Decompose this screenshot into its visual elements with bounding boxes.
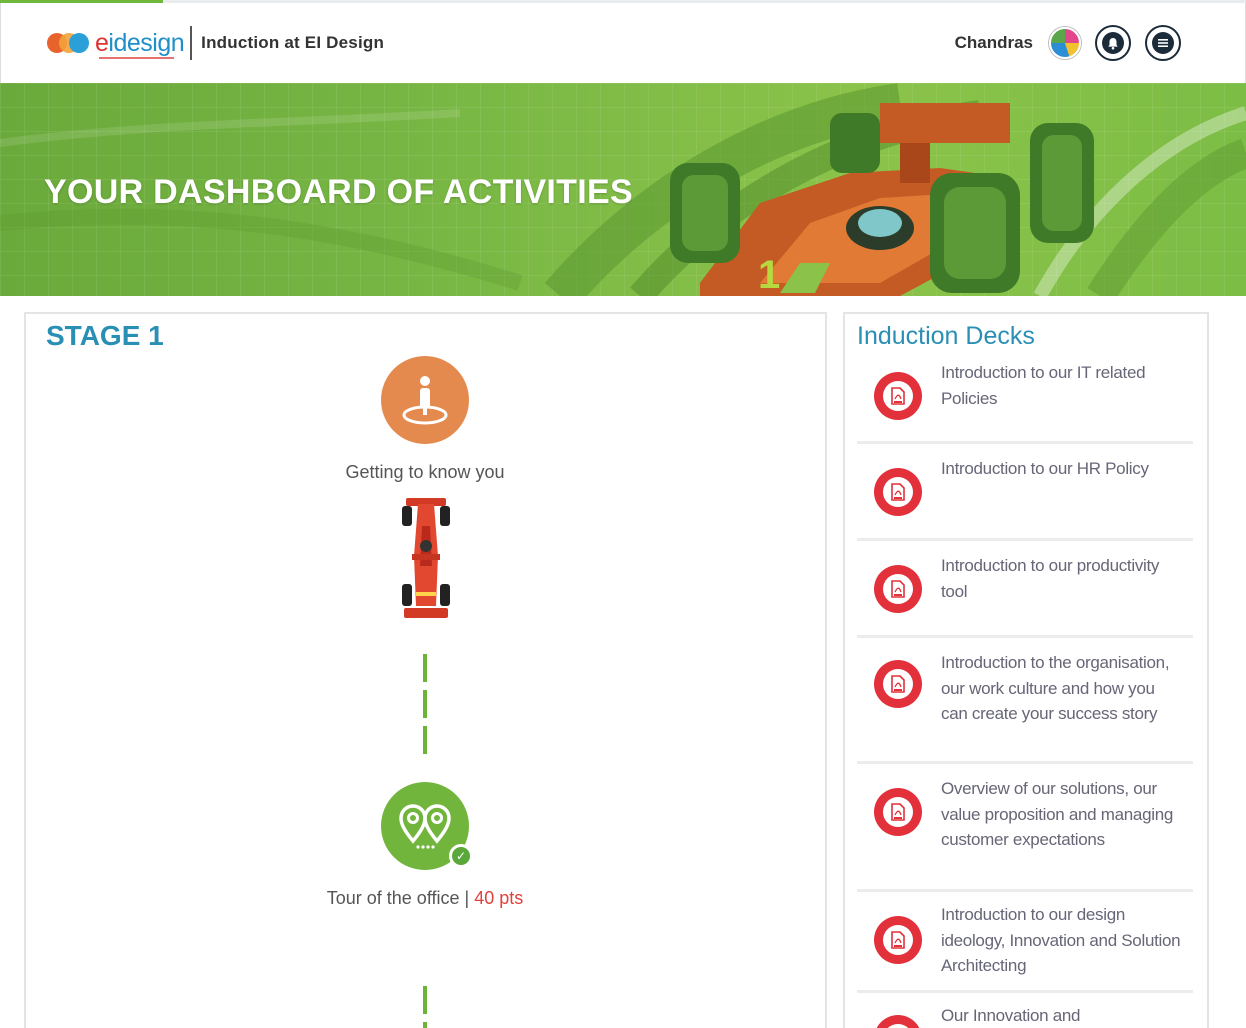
- map-pins-icon: [399, 804, 451, 849]
- dashboard-banner: 1 YOUR DASHBOARD OF ACTIVITIES: [0, 83, 1246, 296]
- stage-panel: STAGE 1 Getting to know you ✓ Tour of th…: [24, 312, 827, 1028]
- bell-icon: [1102, 32, 1124, 54]
- notifications-button[interactable]: [1095, 25, 1131, 61]
- menu-button[interactable]: [1145, 25, 1181, 61]
- logo-text: eidesign: [95, 29, 185, 59]
- deck-title: Overview of our solutions, our value pro…: [941, 779, 1174, 849]
- race-car-icon: [402, 498, 450, 618]
- pdf-icon: [874, 788, 922, 836]
- svg-text:1: 1: [758, 253, 780, 296]
- deck-title: Introduction to our HR Policy: [941, 459, 1149, 478]
- person-location-icon: [402, 376, 448, 425]
- deck-item[interactable]: Introduction to our productivity tool: [857, 541, 1193, 638]
- deck-title: Introduction to our productivity tool: [941, 556, 1160, 601]
- deck-title: Introduction to the organisation, our wo…: [941, 653, 1170, 723]
- activity-label: Getting to know you: [345, 462, 505, 482]
- logo-divider: [190, 26, 193, 60]
- menu-icon: [1152, 32, 1174, 54]
- banner-title: YOUR DASHBOARD OF ACTIVITIES: [44, 173, 633, 211]
- stage-title: STAGE 1: [46, 320, 164, 351]
- pdf-icon: [874, 372, 922, 420]
- deck-item[interactable]: Overview of our solutions, our value pro…: [857, 764, 1193, 892]
- header: eidesign Induction at EI Design Chandras: [0, 3, 1246, 83]
- logo[interactable]: eidesign Induction at EI Design: [47, 25, 384, 61]
- track-connector: [423, 986, 427, 1028]
- pdf-icon: [874, 1015, 922, 1028]
- deck-item[interactable]: Introduction to the organisation, our wo…: [857, 638, 1193, 764]
- pdf-icon: [874, 468, 922, 516]
- pdf-icon: [874, 916, 922, 964]
- pdf-icon: [874, 660, 922, 708]
- activity-getting-to-know-you[interactable]: [381, 356, 469, 444]
- user-area: Chandras: [955, 25, 1181, 61]
- avatar[interactable]: [1049, 27, 1081, 59]
- app-title: Induction at EI Design: [201, 33, 385, 52]
- pdf-icon: [874, 565, 922, 613]
- deck-item[interactable]: Our Innovation and: [857, 993, 1193, 1028]
- induction-decks-panel: Induction Decks Introduction to our IT r…: [843, 312, 1209, 1028]
- deck-title: Introduction to our IT related Policies: [941, 363, 1146, 408]
- activity-label: Tour of the office | 40 pts: [326, 888, 524, 908]
- deck-title: Our Innovation and: [941, 1006, 1081, 1025]
- track-connector: [423, 654, 427, 754]
- deck-title: Introduction to our design ideology, Inn…: [941, 905, 1181, 975]
- activity-tour-of-the-office[interactable]: ✓: [381, 782, 473, 870]
- deck-list: Introduction to our IT related Policies …: [857, 358, 1193, 1028]
- deck-item[interactable]: Introduction to our IT related Policies: [857, 358, 1193, 444]
- deck-item[interactable]: Introduction to our HR Policy: [857, 444, 1193, 541]
- decks-title: Induction Decks: [857, 322, 1035, 350]
- deck-item[interactable]: Introduction to our design ideology, Inn…: [857, 892, 1193, 993]
- logo-mark-icon: [47, 30, 91, 56]
- completed-check-icon: ✓: [449, 844, 473, 868]
- activity-points: 40 pts: [474, 888, 524, 908]
- user-name[interactable]: Chandras: [955, 33, 1033, 53]
